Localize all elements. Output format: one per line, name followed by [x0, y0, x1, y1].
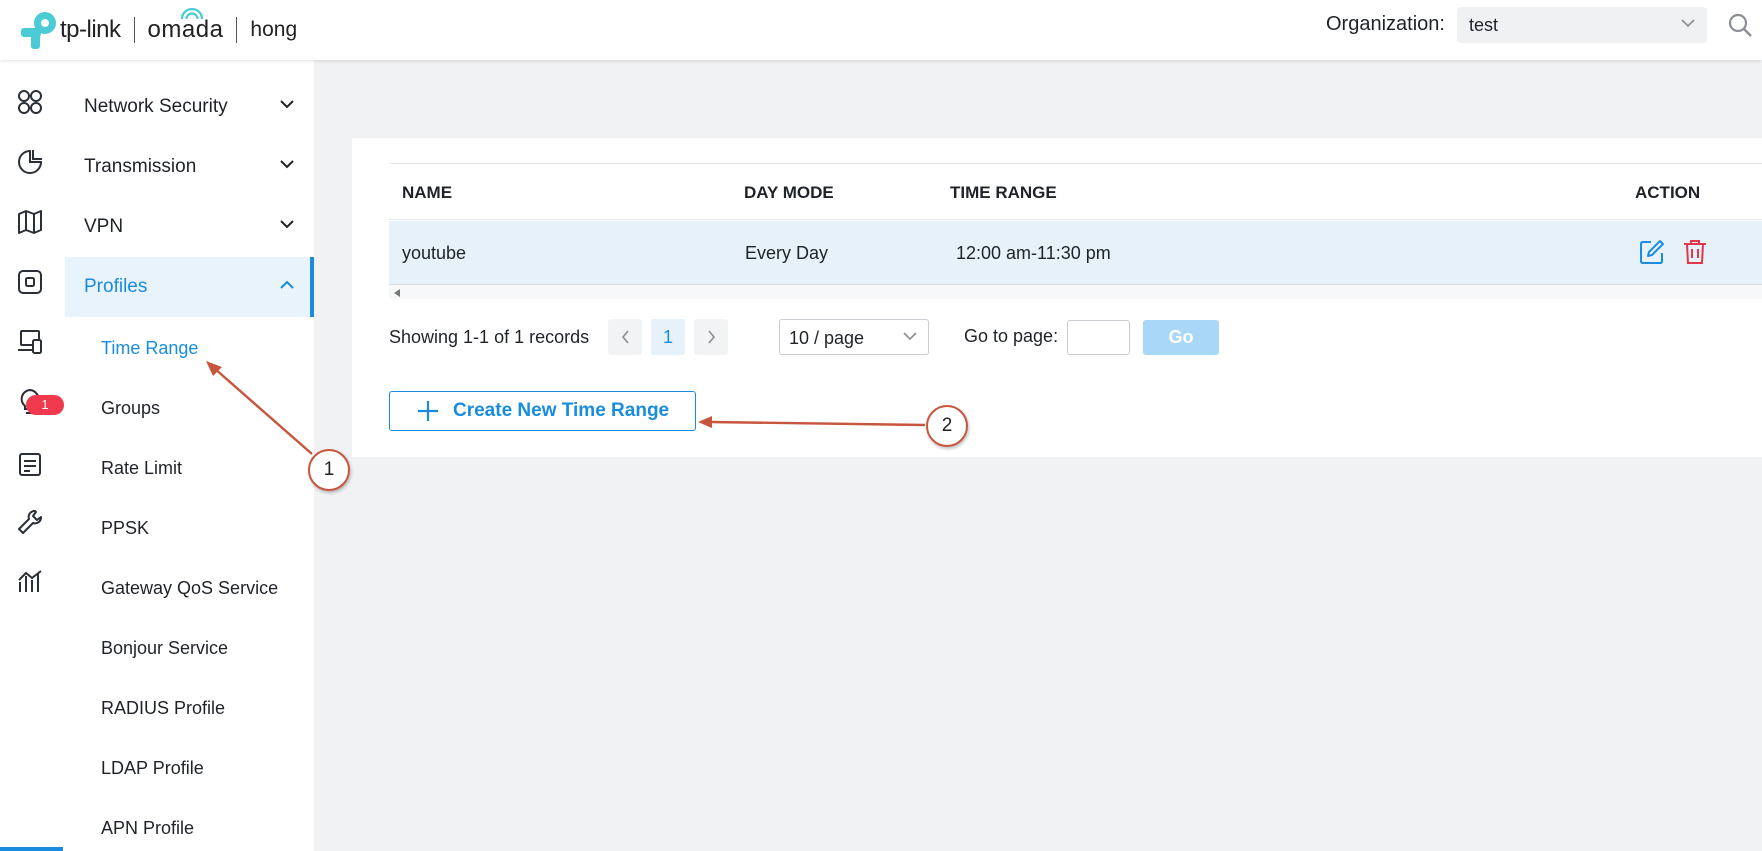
- dashboard-icon[interactable]: [16, 88, 44, 116]
- sidebar-item-bonjour[interactable]: Bonjour Service: [101, 638, 228, 659]
- column-header-name[interactable]: NAME: [402, 183, 452, 203]
- icon-bar-active-indicator: [0, 847, 63, 851]
- table-header: NAME DAY MODE TIME RANGE ACTION: [389, 163, 1762, 220]
- chevron-right-icon: [707, 330, 715, 344]
- chevron-down-icon: [280, 160, 294, 169]
- devices-icon[interactable]: [16, 268, 44, 296]
- organization-value: test: [1469, 15, 1499, 35]
- chevron-up-icon: [280, 280, 294, 289]
- site-name[interactable]: hong: [250, 18, 297, 42]
- reports-icon[interactable]: [16, 568, 44, 596]
- log-icon[interactable]: [16, 450, 44, 478]
- records-summary: Showing 1-1 of 1 records: [389, 327, 590, 347]
- sidebar-item-apn-profile[interactable]: APN Profile: [101, 818, 194, 839]
- settings-sidebar: Network Security Transmission VPN Profil…: [65, 60, 314, 851]
- sidebar-item-radius-profile[interactable]: RADIUS Profile: [101, 698, 225, 719]
- column-header-day-mode[interactable]: DAY MODE: [744, 183, 834, 203]
- scroll-left-arrow-icon[interactable]: [394, 289, 400, 297]
- global-icon-bar: 1: [0, 60, 65, 851]
- cell-time-range: 12:00 am-11:30 pm: [956, 243, 1111, 263]
- menu-profiles[interactable]: Profiles: [65, 257, 314, 317]
- statistics-icon[interactable]: [16, 148, 44, 176]
- search-icon[interactable]: [1727, 12, 1753, 38]
- plus-icon: [418, 401, 438, 421]
- menu-network-security[interactable]: Network Security: [65, 77, 314, 137]
- tp-link-logo-icon: [18, 10, 58, 50]
- goto-page-input[interactable]: [1067, 320, 1130, 355]
- horizontal-scrollbar[interactable]: [389, 285, 1762, 299]
- cell-day-mode: Every Day: [745, 243, 829, 263]
- chevron-down-icon: [280, 220, 294, 229]
- chevron-down-icon: [903, 332, 917, 341]
- sidebar-item-groups[interactable]: Groups: [101, 398, 160, 419]
- menu-vpn[interactable]: VPN: [65, 197, 314, 257]
- page-number-button[interactable]: 1: [651, 319, 685, 355]
- active-section-bar: [310, 257, 314, 317]
- table-row[interactable]: youtube Every Day 12:00 am-11:30 pm: [389, 221, 1762, 285]
- page-size-select[interactable]: 10 / page: [779, 319, 929, 355]
- chevron-left-icon: [621, 330, 629, 344]
- callout-2: 2: [926, 405, 968, 447]
- go-button[interactable]: Go: [1143, 320, 1219, 355]
- top-bar: tp-link omada hong Organization: test: [0, 0, 1762, 60]
- map-icon[interactable]: [16, 208, 44, 236]
- organization-select[interactable]: test: [1457, 7, 1707, 43]
- clients-icon[interactable]: [16, 328, 44, 356]
- logo-divider: [133, 17, 135, 43]
- cell-name: youtube: [402, 243, 467, 263]
- chevron-down-icon: [1681, 19, 1695, 28]
- next-page-button[interactable]: [694, 319, 728, 355]
- chevron-down-icon: [280, 100, 294, 109]
- sidebar-item-gateway-qos[interactable]: Gateway QoS Service: [101, 578, 278, 599]
- sidebar-item-ldap-profile[interactable]: LDAP Profile: [101, 758, 204, 779]
- page-size-value: 10 / page: [789, 328, 865, 348]
- goto-page-label: Go to page:: [964, 326, 1059, 346]
- edit-icon[interactable]: [1638, 238, 1666, 266]
- sidebar-item-time-range[interactable]: Time Range: [101, 338, 198, 359]
- brand-name: tp-link: [60, 16, 121, 43]
- callout-1: 1: [308, 449, 350, 491]
- sidebar-item-rate-limit[interactable]: Rate Limit: [101, 458, 182, 479]
- organization-label: Organization:: [1326, 13, 1445, 35]
- logo[interactable]: tp-link omada hong: [18, 8, 297, 52]
- product-name: omada: [148, 8, 224, 44]
- tools-wrench-icon[interactable]: [16, 508, 44, 536]
- prev-page-button[interactable]: [608, 319, 642, 355]
- menu-transmission[interactable]: Transmission: [65, 137, 314, 197]
- wifi-arc-icon: [180, 8, 203, 20]
- log-badge: 1: [26, 395, 64, 415]
- sidebar-item-ppsk[interactable]: PPSK: [101, 518, 149, 539]
- create-new-time-range-button[interactable]: Create New Time Range: [389, 391, 696, 431]
- column-header-action: ACTION: [1635, 183, 1701, 202]
- column-header-time-range[interactable]: TIME RANGE: [950, 183, 1057, 203]
- delete-icon[interactable]: [1681, 238, 1709, 266]
- site-divider: [236, 17, 238, 43]
